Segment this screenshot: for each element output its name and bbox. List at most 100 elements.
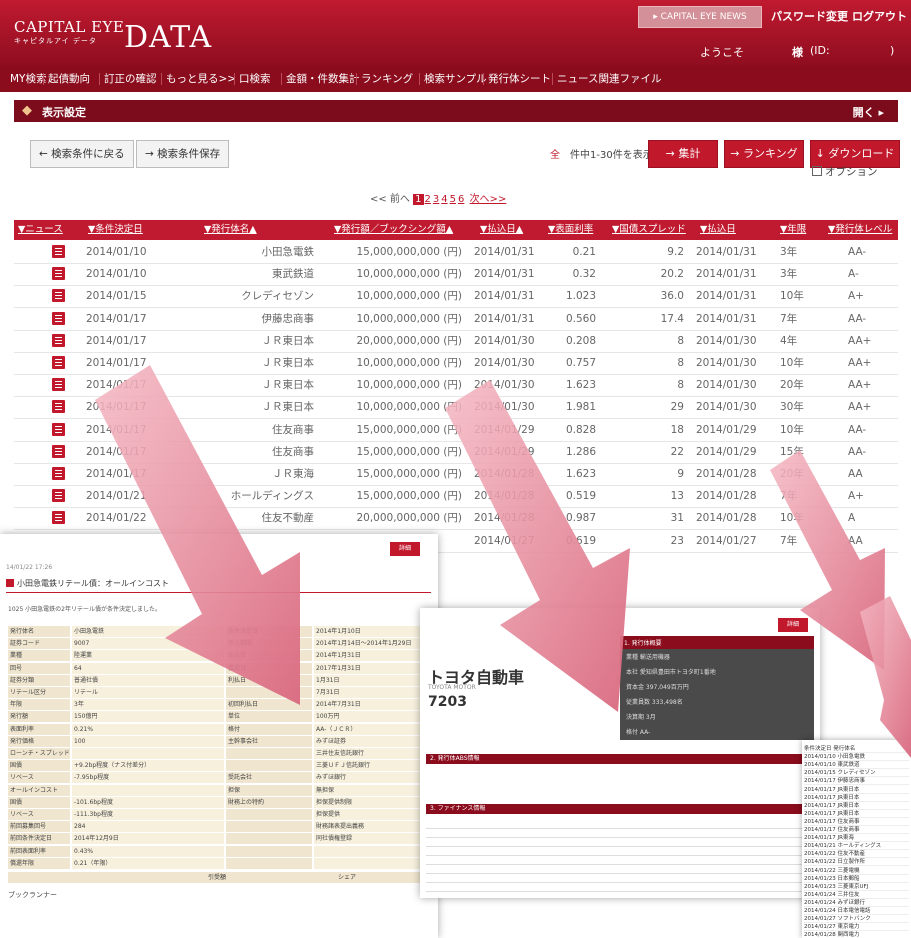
nav-item-1[interactable]: 起債動向 [48, 66, 90, 92]
detail-summary: 1025 小田急電鉄の2年リテール債が条件決定しました。 [8, 606, 161, 613]
table-row[interactable]: 2014/01/17 ＪＲ東日本 10,000,000,000 (円) 2014/01… [14, 352, 898, 375]
column-header-2[interactable]: ▼発行体名▲ [204, 220, 324, 240]
column-header-6[interactable]: ▼国債スプレッド [612, 220, 692, 240]
column-header-8[interactable]: ▼年限 [780, 220, 820, 240]
table-row[interactable]: 2014/01/17 住友商事 15,000,000,000 (円) 2014/01/… [14, 441, 898, 464]
table-row[interactable]: 2014/01/17 ＪＲ東日本 10,000,000,000 (円) 2014/01… [14, 396, 898, 420]
column-header-7[interactable]: ▼払込日 [700, 220, 772, 240]
news-icon[interactable] [52, 467, 65, 480]
open-settings-button[interactable]: 開く ▸ [853, 104, 884, 120]
logo-data[interactable]: DATA [124, 20, 212, 55]
detail-row: 前回条件決定日 2014年12月9日 同社債権登録 [8, 833, 428, 845]
capital-eye-news-button[interactable]: ▸ CAPITAL EYE NEWS [638, 6, 762, 28]
page-link-4[interactable]: 4 [441, 194, 447, 205]
password-change-link[interactable]: パスワード変更 [771, 8, 848, 24]
table-row[interactable]: 2014/01/10 東武鉄道 10,000,000,000 (円) 2014/01/… [14, 263, 898, 287]
nav-item-7[interactable]: 検索サンプル [424, 66, 487, 92]
prev-page-link[interactable]: << 前へ [370, 194, 410, 205]
table-row[interactable]: 2014/01/17 伊藤忠商事 10,000,000,000 (円) 2014/01… [14, 308, 898, 331]
logout-link[interactable]: ログアウト [852, 8, 907, 24]
cell-issuer[interactable]: ＪＲ東日本 [192, 352, 315, 374]
cell-issuer[interactable]: 住友商事 [192, 441, 314, 463]
cell-pay: 2014/01/30 [474, 334, 535, 347]
nav-item-4[interactable]: 口検索 [239, 66, 271, 92]
cell-amount: 15,000,000,000 (円) [356, 468, 462, 480]
cell-issuer[interactable]: 東武鉄道 [192, 263, 314, 285]
news-icon[interactable] [52, 267, 65, 281]
column-header-9[interactable]: ▼発行体レベル [828, 220, 898, 240]
table-row[interactable]: 2014/01/22 住友不動産 20,000,000,000 (円) 2014/01… [14, 507, 898, 531]
option-checkbox[interactable]: オプション [812, 164, 878, 179]
detail-v2: 2014年1月14日～2014年1月29日 [314, 638, 428, 650]
cell-issuer[interactable]: 住友商事 [192, 419, 314, 441]
finance-row [426, 820, 814, 829]
cell-rating: AA+ [848, 379, 872, 392]
column-header-1[interactable]: ▼条件決定日 [88, 220, 188, 240]
nav-item-5[interactable]: 金額・件数集計 [286, 66, 360, 92]
nav-item-8[interactable]: 発行体シート [488, 66, 551, 92]
nav-item-3[interactable]: もっと見る>> [166, 66, 236, 92]
cell-issuer[interactable]: ＪＲ東海 [192, 463, 314, 485]
cell-issuer[interactable]: 伊藤忠商事 [192, 308, 315, 330]
table-row[interactable]: 2014/01/17 ＪＲ東日本 20,000,000,000 (円) 2014/01… [14, 330, 898, 353]
nav-separator [99, 73, 100, 85]
news-icon[interactable] [52, 489, 65, 503]
news-icon[interactable] [52, 378, 65, 392]
nav-item-9[interactable]: ニュース関連ファイル [557, 66, 661, 92]
ranking-button[interactable]: → ランキング [724, 140, 804, 168]
page-link-5[interactable]: 5 [450, 194, 456, 205]
display-settings-bar[interactable]: ◆ 表示設定 開く ▸ [14, 100, 898, 122]
aggregate-button[interactable]: → 集計 [648, 140, 718, 168]
page-link-6[interactable]: 6 [458, 194, 464, 205]
news-icon[interactable] [52, 444, 65, 458]
detail-title: 小田急電鉄リテール債：オールインコスト [6, 576, 431, 593]
cell-issuer[interactable]: 小田急電鉄 [192, 241, 315, 263]
cell-issuer[interactable]: クレディセゾン [192, 285, 314, 307]
finance-row [426, 874, 814, 883]
next-page-link[interactable]: 次へ>> [470, 194, 507, 205]
cell-issuer[interactable]: 住友不動産 [192, 507, 315, 529]
table-row[interactable]: 2014/01/15 クレディセゾン 10,000,000,000 (円) 2014/… [14, 285, 898, 309]
cell-rate: 0.560 [565, 312, 596, 325]
cell-issuer[interactable]: ＪＲ東日本 [192, 330, 315, 352]
nav-item-6[interactable]: ランキング [361, 66, 413, 92]
page-link-2[interactable]: 2 [425, 194, 431, 205]
detail-date: 14/01/22 17:26 [6, 564, 53, 571]
detail-button[interactable]: 詳細 [390, 542, 420, 556]
nav-item-2[interactable]: 訂正の確認 [104, 66, 157, 92]
column-header-4[interactable]: ▼払込日▲ [480, 220, 540, 240]
table-row[interactable]: 2014/01/17 ＪＲ東海 15,000,000,000 (円) 2014/01/… [14, 463, 898, 486]
news-icon[interactable] [52, 422, 65, 436]
logo-capital-eye[interactable]: CAPITAL EYE [14, 18, 124, 36]
nav-item-0[interactable]: MY検索 [10, 66, 46, 92]
cell-issuer[interactable]: ＪＲ東日本 [192, 374, 315, 396]
news-icon[interactable] [52, 400, 65, 414]
detail-row: 証券分類 普通社債 利払日 1月31日 [8, 674, 428, 686]
news-icon[interactable] [52, 289, 65, 303]
column-header-5[interactable]: ▼表面利率 [548, 220, 604, 240]
news-icon[interactable] [52, 356, 65, 369]
news-icon[interactable] [52, 511, 65, 525]
table-row[interactable]: 2014/01/17 ＪＲ東日本 10,000,000,000 (円) 2014/01… [14, 374, 898, 398]
news-icon[interactable] [52, 311, 65, 325]
back-to-search-button[interactable]: ← 検索条件に戻る [30, 140, 134, 168]
cell-issuer[interactable]: ＪＲ東日本 [192, 396, 315, 418]
cell-rating: AA- [848, 246, 867, 258]
news-icon[interactable] [52, 333, 65, 347]
table-row[interactable]: 2014/01/17 住友商事 15,000,000,000 (円) 2014/01/… [14, 419, 898, 442]
column-header-3[interactable]: ▼発行額／ブックシング額▲ [334, 220, 474, 240]
column-header-0[interactable]: ▼ニュース [18, 220, 82, 240]
news-icon[interactable] [52, 245, 65, 258]
total-marker: 全 [550, 150, 560, 161]
save-search-button[interactable]: → 検索条件保存 [136, 140, 230, 168]
detail-button[interactable]: 詳細 [778, 618, 808, 632]
table-row[interactable]: 2014/01/21 ホールディングス 15,000,000,000 (円) 2014… [14, 485, 898, 509]
cell-rate: 0.519 [565, 490, 596, 503]
detail-k: 前回募集回号 [8, 821, 70, 833]
detail-v [72, 748, 224, 759]
detail-row: 前回表面利率 0.43% [8, 845, 428, 857]
table-row[interactable]: 2014/01/10 小田急電鉄 15,000,000,000 (円) 2014/01… [14, 241, 898, 264]
page-link-3[interactable]: 3 [433, 194, 439, 205]
current-page: 1 [413, 194, 424, 205]
cell-issuer[interactable]: ホールディングス [192, 485, 314, 507]
